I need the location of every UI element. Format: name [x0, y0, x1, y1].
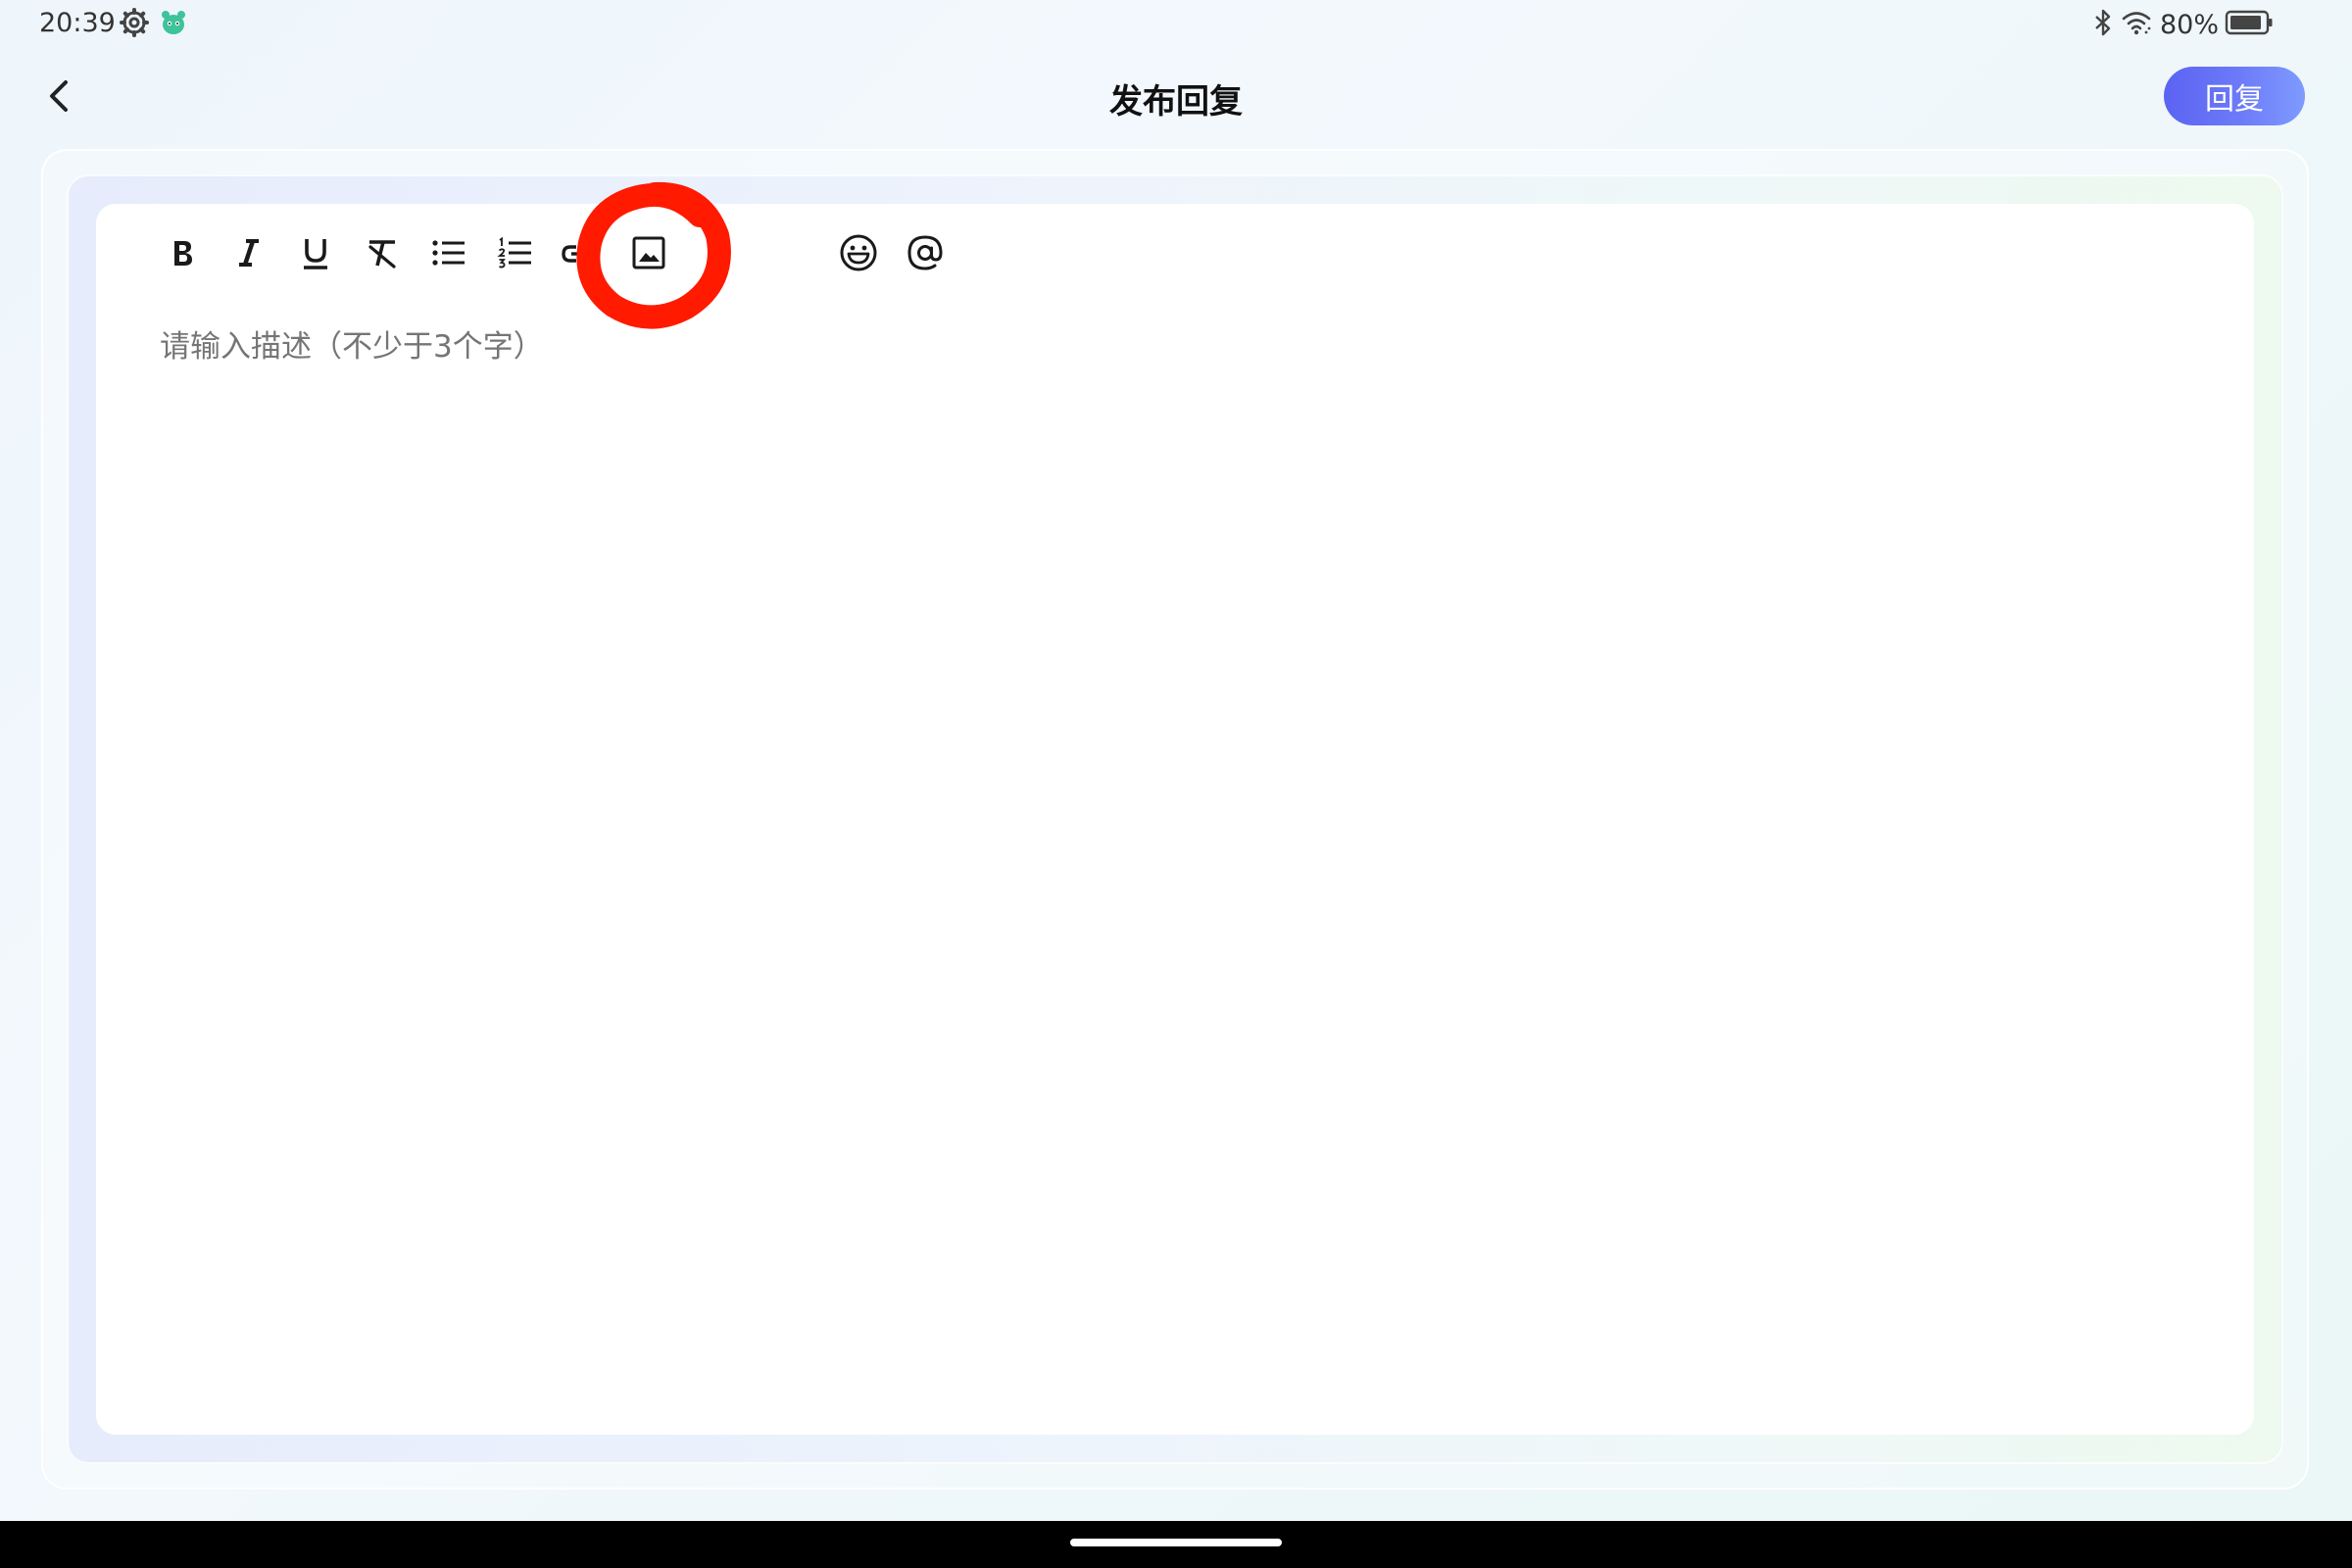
link-icon	[559, 233, 598, 272]
clear-format-icon	[363, 233, 402, 272]
image-icon	[629, 233, 668, 272]
mention-button[interactable]	[900, 227, 951, 278]
battery-percentage: 80%	[2159, 9, 2219, 40]
bold-button[interactable]	[157, 227, 208, 278]
bullet-list-icon	[429, 233, 468, 272]
underline-button[interactable]	[290, 227, 341, 278]
italic-icon	[229, 233, 269, 272]
reply-button[interactable]: 回复	[2164, 67, 2305, 125]
clear-format-button[interactable]	[357, 227, 408, 278]
description-input[interactable]	[160, 329, 2022, 365]
emoji-icon	[838, 232, 879, 273]
rich-text-editor	[96, 204, 2254, 1435]
home-indicator[interactable]	[1070, 1539, 1282, 1546]
app-mascot-icon	[159, 8, 188, 37]
numbered-list-button[interactable]	[490, 227, 541, 278]
bullet-list-button[interactable]	[423, 227, 474, 278]
link-button[interactable]	[553, 227, 604, 278]
page-title: 发布回复	[1109, 82, 1243, 122]
wifi-icon	[2121, 8, 2152, 41]
bold-icon	[163, 233, 202, 272]
status-time: 20:39	[39, 8, 116, 38]
gear-icon	[120, 8, 149, 37]
header: 发布回复 回复	[0, 59, 2352, 137]
system-nav-bar	[0, 1521, 2352, 1568]
emoji-button[interactable]	[833, 227, 884, 278]
status-right-group: 80%	[2091, 8, 2274, 41]
underline-icon	[296, 233, 335, 272]
numbered-list-icon	[496, 233, 535, 272]
battery-icon	[2225, 9, 2274, 40]
status-bar: 20:39 80%	[0, 0, 2352, 49]
image-button[interactable]	[623, 227, 674, 278]
bluetooth-icon	[2091, 8, 2115, 41]
italic-button[interactable]	[223, 227, 274, 278]
editor-toolbar	[96, 204, 2254, 302]
at-sign-icon	[905, 232, 946, 273]
